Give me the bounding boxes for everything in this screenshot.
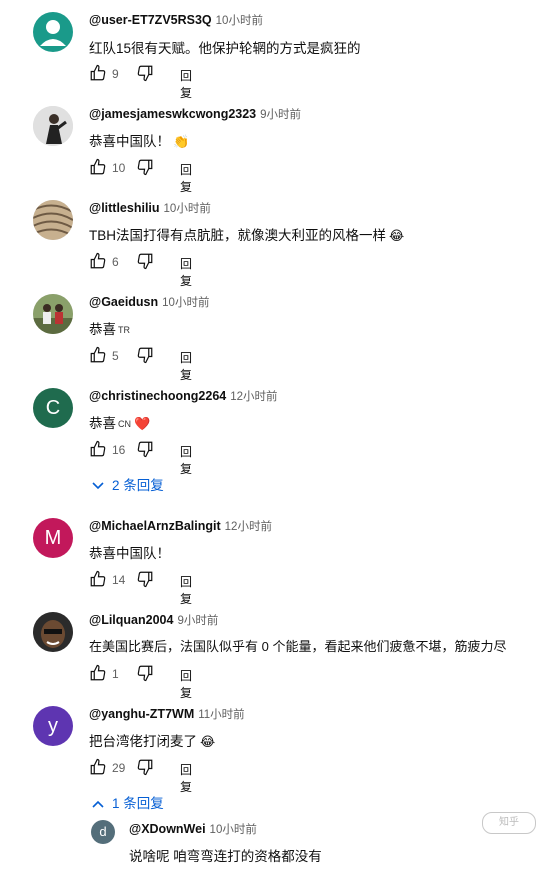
comment-text: 把台湾佬打闭麦了 😂: [89, 734, 216, 749]
reply-button[interactable]: 回复: [180, 349, 192, 383]
reply-button[interactable]: 回复: [180, 255, 192, 289]
thumbs-down-icon[interactable]: [136, 64, 154, 85]
comment-text: 红队15很有天赋。他保护轮辋的方式是疯狂的: [89, 41, 361, 56]
comment-text: 恭喜中国队！ 👏: [89, 134, 190, 149]
timestamp[interactable]: 10小时前: [216, 15, 263, 27]
avatar[interactable]: [33, 106, 73, 146]
laughing-emoji: 😂: [200, 734, 216, 749]
comment-meta: @Lilquan2004 9小时前: [89, 612, 218, 628]
avatar[interactable]: d: [91, 820, 115, 844]
replies-count: 1 条回复: [112, 796, 164, 811]
chevron-down-icon: [92, 481, 104, 493]
like-count: 1: [112, 667, 119, 681]
avatar[interactable]: [33, 294, 73, 334]
like-count: 9: [112, 67, 119, 81]
like-count: 6: [112, 255, 119, 269]
timestamp[interactable]: 11小时前: [198, 709, 244, 721]
reply-button[interactable]: 回复: [180, 573, 192, 607]
flag-tag: CN: [118, 419, 131, 429]
reply-button[interactable]: 回复: [180, 67, 192, 101]
like-count: 16: [112, 443, 126, 457]
reply-button[interactable]: 回复: [180, 443, 192, 477]
texture-photo-icon: [33, 200, 73, 240]
clapping-hands-emoji: 👏: [173, 134, 190, 149]
author-handle[interactable]: @XDownWei: [129, 822, 206, 836]
thumbs-down-icon[interactable]: [136, 440, 154, 461]
timestamp[interactable]: 10小时前: [210, 824, 257, 836]
comment-meta: @XDownWei 10小时前: [129, 821, 257, 837]
thumbs-up-icon[interactable]: [89, 570, 107, 591]
comment-meta: @christinechoong2264 12小时前: [89, 388, 278, 404]
reply-button[interactable]: 回复: [180, 161, 192, 195]
flag-tag: TR: [118, 325, 130, 335]
chevron-up-icon: [92, 799, 104, 811]
comment-meta: @user-ET7ZV5RS3Q 10小时前: [89, 12, 263, 28]
hide-replies-button[interactable]: 1 条回复: [92, 792, 164, 812]
thumbs-up-icon[interactable]: [89, 346, 107, 367]
like-count: 5: [112, 349, 119, 363]
author-handle[interactable]: @user-ET7ZV5RS3Q: [89, 13, 212, 27]
avatar[interactable]: M: [33, 518, 73, 558]
comment-text: 恭喜 TR: [89, 322, 130, 337]
timestamp[interactable]: 10小时前: [164, 203, 211, 215]
thumbs-up-icon[interactable]: [89, 758, 107, 779]
thumbs-up-icon[interactable]: [89, 64, 107, 85]
author-handle[interactable]: @Gaeidusn: [89, 295, 158, 309]
comment-meta: @littleshiliu 10小时前: [89, 200, 211, 216]
laughing-emoji: 😂: [389, 228, 405, 243]
thumbs-down-icon[interactable]: [136, 664, 154, 685]
comment-meta: @MichaelArnzBalingit 12小时前: [89, 518, 272, 534]
comment-meta: @yanghu-ZT7WM 11小时前: [89, 706, 245, 722]
like-count: 29: [112, 761, 126, 775]
comment-meta: @jamesjameswkcwong2323 9小时前: [89, 106, 301, 122]
reply-button[interactable]: 回复: [180, 761, 192, 795]
author-handle[interactable]: @yanghu-ZT7WM: [89, 707, 194, 721]
avatar[interactable]: [33, 200, 73, 240]
author-handle[interactable]: @jamesjameswkcwong2323: [89, 107, 256, 121]
author-handle[interactable]: @Lilquan2004: [89, 613, 173, 627]
author-handle[interactable]: @christinechoong2264: [89, 389, 226, 403]
like-count: 14: [112, 573, 126, 587]
like-count: 10: [112, 161, 126, 175]
heart-emoji: ❤️: [134, 416, 151, 431]
avatar[interactable]: C: [33, 388, 73, 428]
watermark: 知乎: [482, 812, 536, 834]
avatar[interactable]: [33, 12, 73, 52]
default-user-icon: [40, 20, 66, 46]
timestamp[interactable]: 12小时前: [230, 391, 277, 403]
author-handle[interactable]: @littleshiliu: [89, 201, 160, 215]
thumbs-down-icon[interactable]: [136, 758, 154, 779]
thumbs-up-icon[interactable]: [89, 158, 107, 179]
show-replies-button[interactable]: 2 条回复: [92, 474, 164, 494]
thumbs-up-icon[interactable]: [89, 664, 107, 685]
thumbs-down-icon[interactable]: [136, 346, 154, 367]
face-photo-icon: [33, 612, 73, 652]
avatar[interactable]: y: [33, 706, 73, 746]
comment-text: 说啥呢 咱弯弯连打的资格都没有: [129, 849, 322, 864]
comment-text: 在美国比赛后，法国队似乎有 0 个能量，看起来他们疲惫不堪，筋疲力尽: [89, 639, 507, 654]
timestamp[interactable]: 10小时前: [162, 297, 209, 309]
comment-text: 恭喜中国队！: [89, 546, 170, 561]
thumbs-up-icon[interactable]: [89, 252, 107, 273]
group-photo-icon: [33, 294, 73, 334]
comment-text: TBH法国打得有点肮脏，就像澳大利亚的风格一样 😂: [89, 228, 405, 243]
replies-count: 2 条回复: [112, 478, 164, 493]
timestamp[interactable]: 12小时前: [225, 521, 272, 533]
thumbs-down-icon[interactable]: [136, 252, 154, 273]
comment-text: 恭喜 CN ❤️: [89, 416, 151, 431]
avatar[interactable]: [33, 612, 73, 652]
person-photo-icon: [33, 106, 73, 146]
comment-meta: @Gaeidusn 10小时前: [89, 294, 209, 310]
thumbs-down-icon[interactable]: [136, 158, 154, 179]
reply-button[interactable]: 回复: [180, 667, 192, 701]
timestamp[interactable]: 9小时前: [177, 615, 218, 627]
timestamp[interactable]: 9小时前: [260, 109, 301, 121]
thumbs-up-icon[interactable]: [89, 440, 107, 461]
thumbs-down-icon[interactable]: [136, 570, 154, 591]
author-handle[interactable]: @MichaelArnzBalingit: [89, 519, 221, 533]
